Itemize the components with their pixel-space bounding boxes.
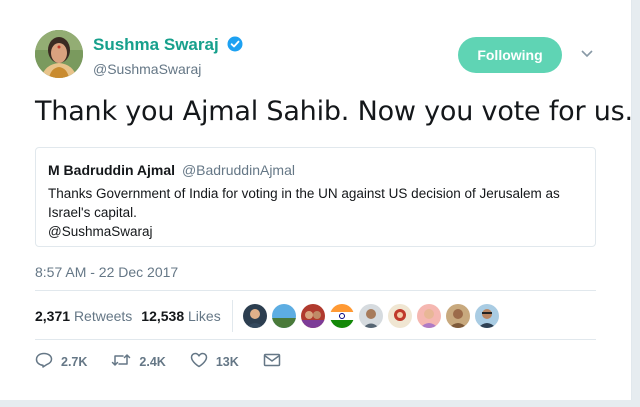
- reply-count: 2.7K: [61, 354, 88, 369]
- author-handle[interactable]: @SushmaSwaraj: [93, 61, 243, 77]
- verified-badge-icon: [227, 36, 243, 57]
- quoted-tweet[interactable]: M Badruddin Ajmal @BadruddinAjmal Thanks…: [35, 147, 596, 247]
- divider: [35, 339, 596, 340]
- tweet-card: Sushma Swaraj @SushmaSwaraj Following Th…: [0, 0, 633, 400]
- retweet-count: 2.4K: [139, 354, 166, 369]
- like-button[interactable]: 13K: [190, 352, 239, 371]
- divider: [35, 290, 596, 291]
- retweet-icon: [111, 352, 139, 371]
- retweets-count: 2,371: [35, 308, 71, 324]
- chevron-down-icon[interactable]: [580, 46, 594, 64]
- direct-message-button[interactable]: [263, 353, 289, 370]
- following-button[interactable]: Following: [458, 37, 562, 73]
- heart-icon: [190, 352, 216, 371]
- liker-avatars: [242, 304, 504, 328]
- retweets-label: Retweets: [73, 308, 133, 324]
- tweet-stats: 2,371 Retweets 12,538 Likes: [35, 295, 596, 337]
- page-background: [0, 400, 640, 407]
- quoted-author-name: M Badruddin Ajmal: [48, 162, 176, 178]
- reply-button[interactable]: 2.7K: [35, 352, 87, 371]
- liker-avatar[interactable]: [300, 304, 325, 328]
- author-display-name[interactable]: Sushma Swaraj: [93, 35, 219, 54]
- liker-avatar[interactable]: [242, 304, 267, 328]
- liker-avatar[interactable]: [387, 304, 412, 328]
- quoted-mention[interactable]: @SushmaSwaraj: [48, 222, 583, 241]
- tweet-header: Sushma Swaraj @SushmaSwaraj Following: [35, 30, 631, 82]
- envelope-icon: [263, 353, 289, 370]
- liker-avatar[interactable]: [271, 304, 296, 328]
- like-count: 13K: [215, 354, 239, 369]
- likes-stat[interactable]: 12,538 Likes: [141, 308, 220, 324]
- author-avatar[interactable]: [35, 30, 83, 78]
- tweet-text: Thank you Ajmal Sahib. Now you vote for …: [35, 96, 633, 127]
- quoted-text-line: Israel's capital.: [48, 205, 137, 220]
- quoted-text-line: Thanks Government of India for voting in…: [48, 186, 560, 201]
- divider: [231, 300, 233, 332]
- likes-count: 12,538: [141, 308, 185, 324]
- liker-avatar[interactable]: [445, 304, 470, 328]
- retweet-button[interactable]: 2.4K: [111, 352, 166, 371]
- tweet-timestamp[interactable]: 8:57 AM - 22 Dec 2017: [35, 264, 178, 280]
- retweets-stat[interactable]: 2,371 Retweets: [35, 308, 132, 324]
- liker-avatar[interactable]: [416, 304, 441, 328]
- liker-avatar[interactable]: [329, 304, 354, 328]
- tweet-actions: 2.7K 2.4K 13K: [35, 352, 313, 371]
- quoted-tweet-text: Thanks Government of India for voting in…: [48, 184, 583, 241]
- liker-avatar[interactable]: [474, 304, 499, 328]
- likes-label: Likes: [188, 308, 221, 324]
- author-name-row[interactable]: Sushma Swaraj: [93, 35, 243, 57]
- liker-avatar[interactable]: [358, 304, 383, 328]
- quoted-author-handle: @BadruddinAjmal: [181, 162, 295, 178]
- reply-icon: [35, 352, 61, 371]
